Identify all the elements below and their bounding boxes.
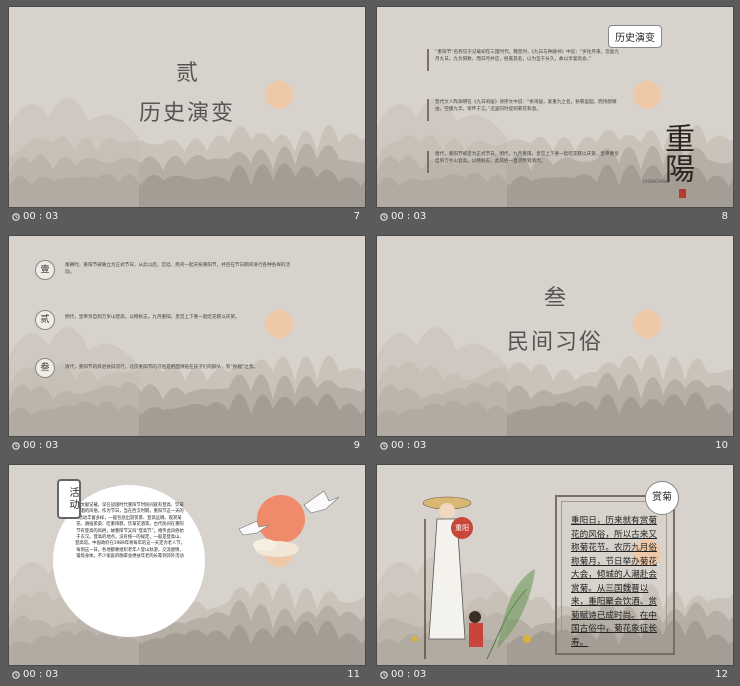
elder-and-child-illustration	[412, 496, 535, 660]
slide-canvas: 贰 历史演变	[8, 6, 366, 208]
slide-meta: 00 : 03 9	[8, 439, 364, 457]
slide-number: 12	[715, 669, 728, 680]
item-text-1: 秦朝时，重阳节被确立为正式节日，从此以后，宫廷、民间一起庆祝重阳节，并且在节日期…	[65, 263, 291, 275]
item-badge-1: 壹	[35, 260, 55, 280]
paragraph-3: 唐代，重阳节被定为正式节日。明代，九月重阳，皇宫上下要一起吃花糕以庆贺，皇帝要亲…	[435, 152, 619, 164]
item-badge-2: 贰	[35, 310, 55, 330]
timing-value: 00 : 03	[23, 211, 59, 222]
seal-stamp	[679, 189, 686, 198]
activity-text: 据文献记载，早在战国时代重阳节时民间就有登高、饮菊花酒的风俗。作为节日，当在西汉…	[75, 503, 185, 560]
slide-canvas: 据文献记载，早在战国时代重阳节时民间就有登高、饮菊花酒的风俗。作为节日，当在西汉…	[8, 464, 366, 666]
timer-icon	[380, 670, 388, 679]
paragraph-marker	[427, 151, 429, 173]
chrysanthemum-text: 重阳日，历来就有赏菊花的风俗，所以古来又称菊花节。农历九月俗称菊月，节日举办菊花…	[571, 516, 657, 648]
slide-timing: 00 : 03	[380, 669, 426, 680]
slide-number: 11	[347, 669, 360, 680]
slide-timing: 00 : 03	[12, 669, 58, 680]
slide-meta: 00 : 03 10	[376, 439, 732, 457]
paragraph-2: 晋代文人陶渊明在《九日闲居》诗序文中说：“余闲居，爱重九之名。秋菊盈园，而持醪靡…	[435, 100, 617, 112]
timer-icon	[12, 441, 20, 450]
slide-number: 10	[715, 440, 728, 451]
slide-canvas: 壹 秦朝时，重阳节被确立为正式节日，从此以后，宫廷、民间一起庆祝重阳节，并且在节…	[8, 235, 366, 437]
paragraph-marker	[427, 99, 429, 121]
slide-number: 9	[353, 440, 360, 451]
slide-canvas: 历史演变 “重阳节”名称见于记载却在三国时代。魏晋时，《九日与钟繇书》中说：“岁…	[376, 6, 734, 208]
slide-meta: 00 : 03 11	[8, 668, 364, 686]
slide-number: 7	[353, 211, 360, 222]
slide-canvas: 重阳 重阳日，历来就有赏菊花的风俗，所以古来又称菊花节。农历九月俗称菊月，节日举…	[376, 464, 734, 666]
slide-meta: 00 : 03 7	[8, 210, 364, 228]
timing-value: 00 : 03	[23, 440, 59, 451]
logo-subtitle: CHONGYANG	[643, 179, 669, 184]
timer-icon	[12, 670, 20, 679]
section-numeral: 叁	[543, 286, 566, 311]
section-tag: 历史演变	[608, 25, 662, 48]
slide-timing: 00 : 03	[380, 440, 426, 451]
section-title: 历史演变	[138, 101, 235, 126]
timing-value: 00 : 03	[391, 440, 427, 451]
timer-icon	[380, 212, 388, 221]
slide-meta: 00 : 03 8	[376, 210, 732, 228]
slide-number: 8	[721, 211, 728, 222]
section-title: 民间习俗	[506, 330, 603, 355]
paragraph-marker	[427, 49, 429, 71]
timer-icon	[12, 212, 20, 221]
slide-timing: 00 : 03	[12, 211, 58, 222]
section-tag: 活动	[57, 479, 81, 519]
timing-value: 00 : 03	[391, 211, 427, 222]
paragraph-1: “重阳节”名称见于记载却在三国时代。魏晋时，《九日与钟繇书》中说：“岁往月来，忽…	[435, 50, 620, 62]
timing-value: 00 : 03	[391, 669, 427, 680]
section-numeral: 贰	[175, 61, 198, 86]
slide-timing: 00 : 03	[380, 211, 426, 222]
timer-icon	[380, 441, 388, 450]
item-text-2: 明代，皇帝亲自到万岁山登高，以畅秋志。九月重阳，皇宫上下要一起吃花糕以庆贺。	[65, 315, 240, 320]
cranes-and-sun-illustration	[238, 490, 340, 557]
slide-timing: 00 : 03	[12, 440, 58, 451]
item-text-3: 清代，重阳节的风俗依旧流行，北京重阳节的习俗是把面饼贴在孩子们的额头，有“祝福”…	[65, 365, 259, 370]
slide-meta: 00 : 03 12	[376, 668, 732, 686]
timing-value: 00 : 03	[23, 669, 59, 680]
chongyang-badge: 重阳	[451, 517, 473, 539]
slide-canvas: 叁 民间习俗	[376, 235, 734, 437]
chongyang-logo: 重陽	[659, 123, 694, 183]
section-tag: 赏菊	[645, 481, 679, 515]
item-badge-3: 叁	[35, 358, 55, 378]
